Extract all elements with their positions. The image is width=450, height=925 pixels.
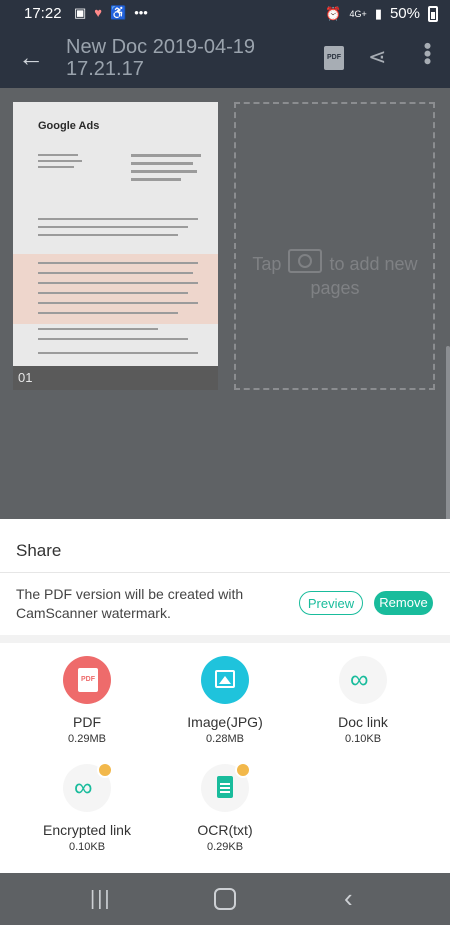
accessibility-icon: ♿ (110, 5, 127, 20)
4g-plus-icon: 4G+ (349, 8, 367, 19)
page-number: 01 (13, 366, 218, 390)
link-icon: ∞ (339, 656, 387, 704)
locked-link-icon: ∞ (63, 762, 113, 812)
system-indicators: ⏰ 4G+ ▮ 50% (325, 5, 438, 22)
signal-icon: ▮ (374, 5, 382, 21)
more-dots-icon: ••• (134, 5, 148, 20)
camera-icon (288, 249, 323, 273)
share-option-size: 0.28MB (206, 733, 244, 745)
share-option-ocr-txt[interactable]: OCR(txt) 0.29KB (160, 762, 290, 853)
share-option-label: Doc link (338, 714, 388, 730)
thumbnail-header: Google Ads (38, 120, 100, 132)
notification-icons: ▣ ♥ ♿ ••• (74, 5, 148, 21)
alarm-icon: ⏰ (325, 5, 342, 21)
share-option-size: 0.29KB (206, 841, 244, 853)
document-pages-area: Google Ads 01 Tap to add new pages (0, 88, 450, 520)
battery-percent: 50% (389, 5, 420, 22)
scrollbar[interactable] (446, 346, 450, 521)
share-option-label: PDF (73, 714, 101, 730)
recent-apps-icon[interactable]: ||| (90, 888, 112, 911)
share-option-doc-link[interactable]: ∞ Doc link 0.10KB (298, 656, 428, 745)
share-title: Share (16, 541, 62, 560)
heart-pulse-icon: ♥ (94, 5, 103, 20)
share-option-encrypted-link[interactable]: ∞ Encrypted link 0.10KB (22, 762, 152, 853)
premium-crown-icon (97, 762, 113, 778)
share-icon[interactable]: ⋖ (368, 44, 386, 70)
pdf-icon: PDF (63, 656, 111, 704)
watermark-notice: The PDF version will be created with Cam… (16, 586, 244, 621)
add-page-hint: Tap to add new pages (250, 246, 420, 300)
system-navigation-bar: ||| ‹ (0, 873, 450, 925)
status-time: 17:22 (24, 5, 62, 22)
pdf-icon[interactable]: PDF (324, 46, 344, 70)
divider (0, 572, 450, 573)
remove-watermark-button[interactable]: Remove (374, 591, 433, 615)
share-option-image-jpg[interactable]: Image(JPG) 0.28MB (160, 656, 290, 745)
share-option-size: 0.10KB (68, 841, 106, 853)
page-thumbnail[interactable]: Google Ads 01 (13, 102, 218, 390)
back-arrow-icon[interactable]: ← (18, 42, 44, 73)
share-option-size: 0.29MB (68, 733, 106, 745)
premium-crown-icon (235, 762, 251, 778)
section-divider (0, 635, 450, 643)
battery-icon (428, 5, 438, 22)
text-document-icon (201, 762, 251, 812)
share-option-label: Encrypted link (43, 822, 131, 838)
more-options-icon[interactable]: ••• (414, 42, 440, 65)
app-bar: ← New Doc 2019-04-19 17.21.17 PDF ⋖ ••• (0, 28, 450, 88)
document-title: New Doc 2019-04-19 17.21.17 (66, 36, 255, 80)
status-bar: 17:22 ▣ ♥ ♿ ••• ⏰ 4G+ ▮ 50% (0, 0, 450, 28)
share-option-size: 0.10KB (344, 733, 382, 745)
share-option-label: OCR(txt) (197, 822, 253, 838)
share-option-label: Image(JPG) (187, 714, 263, 730)
image-icon: ▣ (74, 5, 87, 20)
home-icon[interactable] (214, 888, 236, 910)
share-option-pdf[interactable]: PDF PDF 0.29MB (22, 656, 152, 745)
share-sheet: Share The PDF version will be created wi… (0, 519, 450, 873)
back-icon[interactable]: ‹ (344, 883, 353, 914)
image-icon (201, 656, 249, 704)
add-page-placeholder[interactable]: Tap to add new pages (234, 102, 435, 390)
preview-button[interactable]: Preview (299, 591, 363, 615)
